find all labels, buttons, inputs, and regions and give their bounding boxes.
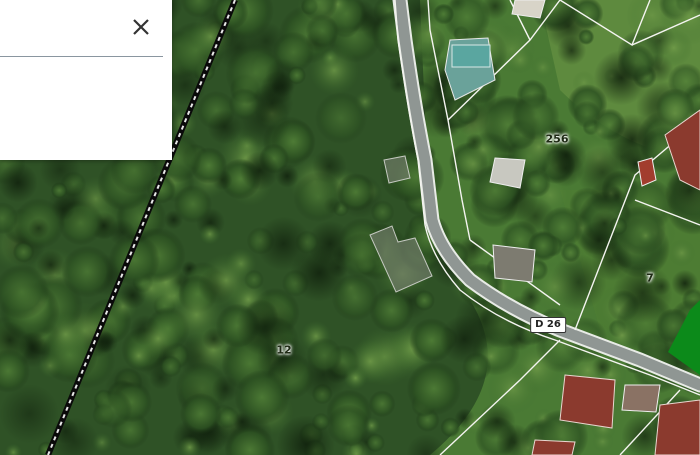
panel-divider	[0, 56, 163, 57]
close-icon	[133, 19, 149, 35]
close-button[interactable]	[130, 16, 152, 38]
road-label: D 26	[530, 317, 566, 333]
parcel-number-label: 12	[276, 343, 292, 357]
parcel-number-label: 256	[545, 132, 569, 146]
info-panel	[0, 0, 172, 160]
parcel-number-label: 7	[646, 271, 654, 285]
